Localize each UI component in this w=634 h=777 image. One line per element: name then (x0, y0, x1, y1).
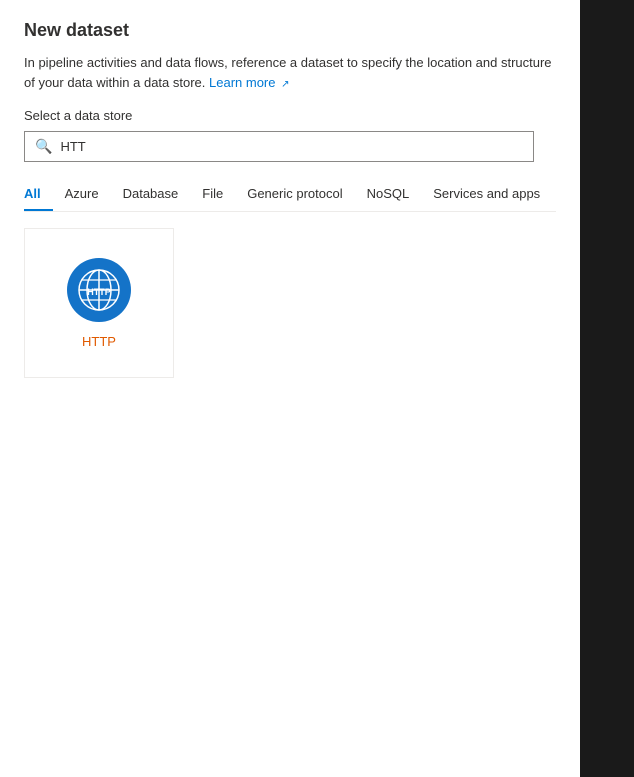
section-label: Select a data store (24, 108, 556, 123)
tab-generic-protocol[interactable]: Generic protocol (235, 178, 354, 211)
tab-nosql[interactable]: NoSQL (355, 178, 422, 211)
search-icon: 🔍 (35, 138, 52, 155)
right-panel (580, 0, 634, 777)
search-box: 🔍 (24, 131, 534, 162)
connector-name-http: HTTP (82, 334, 116, 349)
tab-all[interactable]: All (24, 178, 53, 211)
svg-text:HTTP: HTTP (87, 287, 111, 297)
tab-database[interactable]: Database (111, 178, 191, 211)
http-globe-icon: HTTP (67, 258, 131, 322)
page-title: New dataset (24, 20, 556, 41)
page-description: In pipeline activities and data flows, r… (24, 53, 556, 92)
tab-azure[interactable]: Azure (53, 178, 111, 211)
external-link-icon: ↗ (281, 77, 289, 92)
tabs-container: All Azure Database File Generic protocol… (24, 178, 556, 212)
connectors-grid: HTTP HTTP (24, 228, 556, 378)
search-input[interactable] (60, 139, 523, 154)
tab-services-and-apps[interactable]: Services and apps (421, 178, 552, 211)
tab-file[interactable]: File (190, 178, 235, 211)
learn-more-link[interactable]: Learn more ↗ (209, 75, 290, 90)
connector-card-http[interactable]: HTTP HTTP (24, 228, 174, 378)
